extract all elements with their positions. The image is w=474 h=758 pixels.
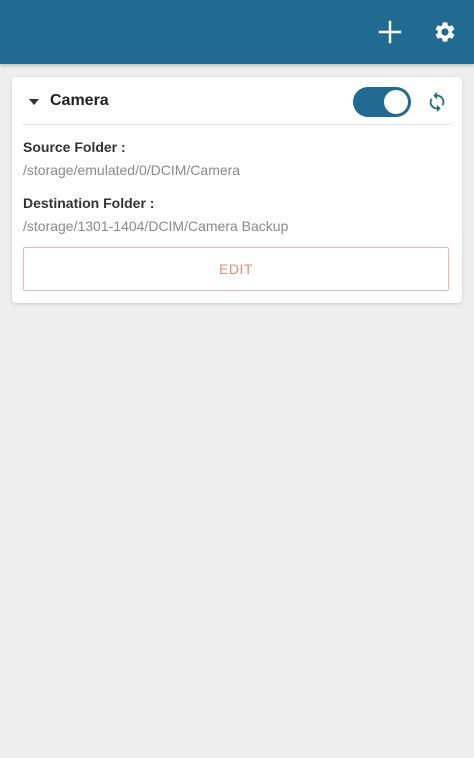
collapse-button[interactable] bbox=[26, 94, 42, 110]
plus-icon bbox=[378, 20, 402, 44]
add-button[interactable] bbox=[372, 14, 408, 50]
caret-down-icon bbox=[29, 99, 39, 105]
edit-button[interactable]: EDIT bbox=[23, 247, 449, 291]
folder-pair-card: Camera Source Folder : /storage/emulated… bbox=[12, 77, 462, 303]
card-header: Camera bbox=[12, 77, 462, 125]
destination-folder-label: Destination Folder : bbox=[23, 195, 155, 211]
source-folder-label: Source Folder : bbox=[23, 139, 126, 155]
gear-icon bbox=[435, 22, 455, 42]
settings-button[interactable] bbox=[427, 14, 463, 50]
destination-folder-path: /storage/1301-1404/DCIM/Camera Backup bbox=[23, 218, 289, 234]
source-folder-path: /storage/emulated/0/DCIM/Camera bbox=[23, 162, 241, 178]
sync-toggle[interactable] bbox=[353, 87, 411, 117]
app-bar bbox=[0, 0, 474, 64]
sync-icon bbox=[429, 91, 445, 113]
toggle-knob bbox=[384, 90, 408, 114]
card-title: Camera bbox=[50, 92, 109, 109]
card-divider bbox=[23, 124, 451, 125]
sync-button[interactable] bbox=[424, 89, 450, 115]
